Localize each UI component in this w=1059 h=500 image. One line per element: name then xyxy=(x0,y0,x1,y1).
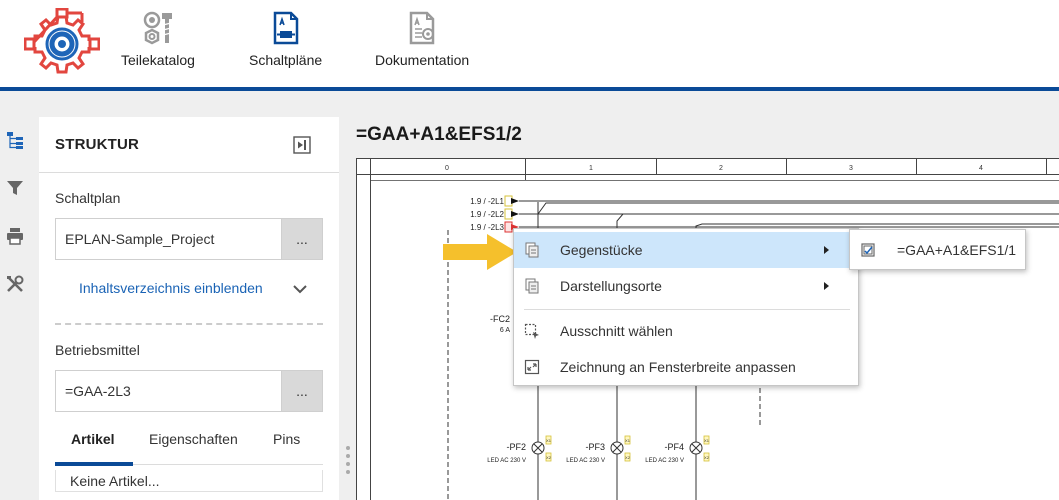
betriebsmittel-label: Betriebsmittel xyxy=(55,342,140,358)
page-link-icon xyxy=(861,243,875,257)
breaker-rating: 6 A xyxy=(500,327,510,334)
tool-rail xyxy=(0,91,30,500)
lamp-name: -PF2 xyxy=(506,442,526,452)
potential-ref-2L2: 1.9 / -2L2 xyxy=(470,210,504,219)
toc-toggle-link[interactable]: Inhaltsverzeichnis einblenden xyxy=(79,280,263,296)
documentation-icon xyxy=(404,10,440,46)
structure-panel-header: STRUKTUR xyxy=(39,117,339,173)
counterparts-icon xyxy=(525,242,539,258)
nav-schaltplaene[interactable]: Schaltpläne xyxy=(249,10,322,68)
terminal-label: X2 xyxy=(625,455,631,460)
terminal-label: X1 xyxy=(704,438,710,443)
menu-item-darstellungsorte[interactable]: Darstellungsorte xyxy=(514,268,858,304)
schematic-icon xyxy=(268,10,304,46)
terminal-label: X1 xyxy=(625,438,631,443)
schaltplan-browse-button[interactable]: ... xyxy=(281,219,322,259)
terminal-label: X2 xyxy=(546,455,552,460)
nav-dokumentation[interactable]: Dokumentation xyxy=(375,10,469,68)
lamp-name: -PF3 xyxy=(585,442,605,452)
menu-item-label: Darstellungsorte xyxy=(560,278,662,294)
submenu-arrow-icon xyxy=(824,282,829,290)
fit-width-icon xyxy=(524,359,540,375)
betriebsmittel-field: ... xyxy=(55,370,323,412)
tree-structure-icon[interactable] xyxy=(4,129,26,151)
menu-item-label: Ausschnitt wählen xyxy=(560,323,673,339)
filter-icon[interactable] xyxy=(4,177,26,199)
menu-item-ausschnitt-waehlen[interactable]: Ausschnitt wählen xyxy=(514,313,858,349)
nav-teilekatalog-label: Teilekatalog xyxy=(121,52,195,68)
chevron-down-icon[interactable] xyxy=(292,283,308,295)
submenu-item-label: =GAA+A1&EFS1/1 xyxy=(897,242,1017,258)
lamp-desc: LED AC 230 V xyxy=(487,458,526,464)
collapse-panel-icon[interactable] xyxy=(293,136,311,154)
menu-item-label: Zeichnung an Fensterbreite anpassen xyxy=(560,359,796,375)
betriebsmittel-browse-button[interactable]: ... xyxy=(281,371,322,411)
nav-dokumentation-label: Dokumentation xyxy=(375,52,470,68)
tab-pins[interactable]: Pins xyxy=(273,431,300,447)
tab-artikel[interactable]: Artikel xyxy=(71,431,115,447)
section-divider xyxy=(55,323,323,325)
empty-articles-message: Keine Artikel... xyxy=(55,470,323,492)
context-menu: Gegenstücke Darstellungsorte Ausschnitt … xyxy=(513,228,859,386)
page-title: =GAA+A1&EFS1/2 xyxy=(356,124,522,145)
column-label: 4 xyxy=(979,165,983,172)
lamp-desc: LED AC 230 V xyxy=(645,458,684,464)
tab-eigenschaften[interactable]: Eigenschaften xyxy=(149,431,238,447)
app-header: Teilekatalog Schaltpläne Dokumentation xyxy=(0,0,1059,87)
menu-item-label: Gegenstücke xyxy=(560,242,643,258)
column-label: 2 xyxy=(719,165,723,172)
potential-ref-2L1: 1.9 / -2L1 xyxy=(470,197,504,206)
app-logo[interactable] xyxy=(24,8,100,80)
active-tab-indicator xyxy=(55,462,133,466)
tabs-baseline xyxy=(133,464,323,465)
parts-catalog-icon xyxy=(140,10,176,46)
locations-icon xyxy=(525,278,539,294)
tools-icon[interactable] xyxy=(4,273,26,295)
lamp-desc: LED AC 230 V xyxy=(566,458,605,464)
column-label: 3 xyxy=(849,165,853,172)
terminal-label: X1 xyxy=(546,438,552,443)
terminal-label: X2 xyxy=(704,455,710,460)
structure-panel: STRUKTUR Schaltplan ... Inhaltsverzeichn… xyxy=(39,117,339,500)
column-label: 1 xyxy=(589,165,593,172)
menu-item-fit-width[interactable]: Zeichnung an Fensterbreite anpassen xyxy=(514,349,858,385)
breaker-name: -FC2 xyxy=(490,314,510,324)
device-tabs: Artikel Eigenschaften Pins xyxy=(55,427,323,467)
print-icon[interactable] xyxy=(4,225,26,247)
nav-teilekatalog[interactable]: Teilekatalog xyxy=(121,10,195,68)
select-region-icon xyxy=(524,323,539,339)
submenu-arrow-icon xyxy=(824,246,829,254)
menu-separator xyxy=(524,309,850,310)
potential-ref-2L3: 1.9 / -2L3 xyxy=(470,223,504,232)
panel-splitter-handle[interactable] xyxy=(344,444,352,478)
column-label: 0 xyxy=(445,165,449,172)
schaltplan-input[interactable] xyxy=(56,219,282,259)
schaltplan-field: ... xyxy=(55,218,323,260)
betriebsmittel-input[interactable] xyxy=(56,371,282,411)
panel-title: STRUKTUR xyxy=(55,136,140,153)
nav-schaltplaene-label: Schaltpläne xyxy=(249,52,323,68)
menu-item-gegenstuecke[interactable]: Gegenstücke xyxy=(514,232,858,268)
counterparts-submenu[interactable]: =GAA+A1&EFS1/1 xyxy=(849,229,1026,270)
lamp-name: -PF4 xyxy=(664,442,684,452)
highlight-arrow-icon xyxy=(443,234,517,270)
schaltplan-label: Schaltplan xyxy=(55,190,121,206)
